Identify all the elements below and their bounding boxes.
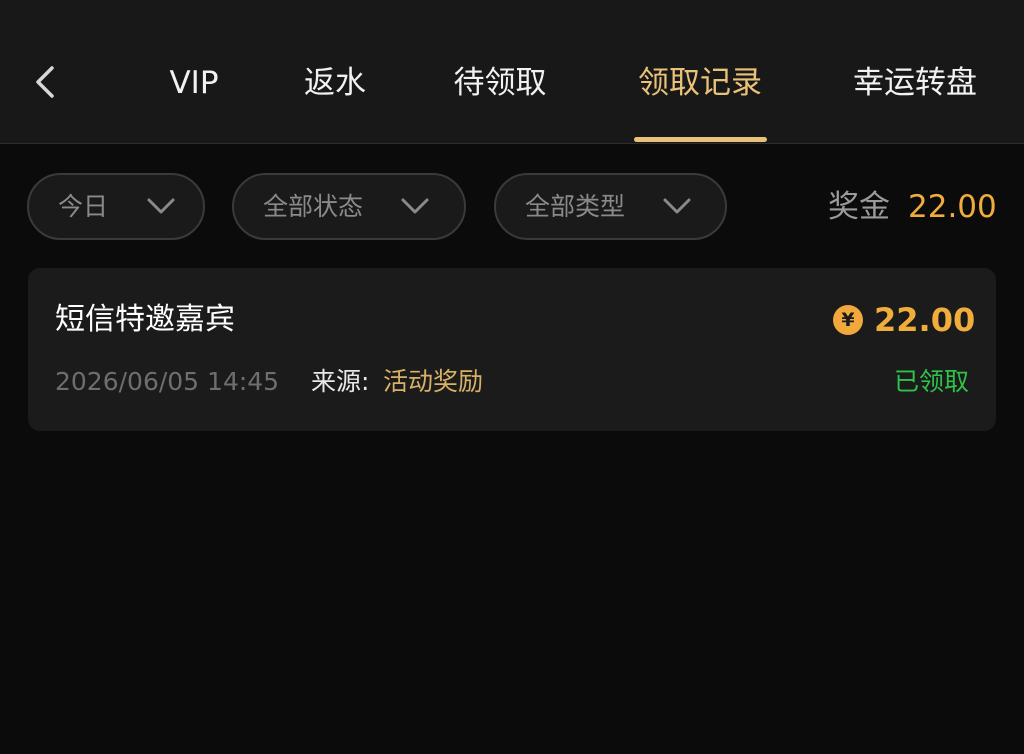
top-nav-bar: VIP 返水 待领取 领取记录 幸运转盘 (0, 0, 1024, 144)
type-filter-dropdown[interactable]: 全部类型 (494, 173, 727, 240)
record-status-badge: 已领取 (893, 367, 969, 396)
record-source-label: 来源: (311, 367, 370, 396)
tab-rebate[interactable]: 返水 (304, 58, 366, 108)
tab-lucky-wheel[interactable]: 幸运转盘 (853, 58, 977, 108)
tab-vip[interactable]: VIP (169, 58, 218, 108)
yuan-coin-icon: ¥ (833, 305, 863, 335)
record-source-value: 活动奖励 (383, 367, 484, 396)
record-datetime: 2026/06/05 14:45 (55, 367, 280, 396)
record-card[interactable]: 短信特邀嘉宾 ¥ 22.00 2026/06/05 14:45 来源: 活动奖励… (28, 268, 996, 431)
active-tab-indicator (634, 137, 767, 142)
chevron-down-icon (401, 198, 429, 214)
type-filter-label: 全部类型 (525, 192, 626, 221)
bonus-total-label: 奖金 (828, 189, 890, 225)
back-icon[interactable] (28, 62, 62, 102)
date-filter-label: 今日 (58, 192, 109, 221)
record-title: 短信特邀嘉宾 (55, 302, 235, 337)
record-amount: 22.00 (874, 301, 976, 339)
status-filter-dropdown[interactable]: 全部状态 (232, 173, 466, 240)
tab-pending[interactable]: 待领取 (454, 58, 547, 108)
chevron-down-icon (147, 198, 175, 214)
status-filter-label: 全部状态 (263, 192, 364, 221)
bonus-total-amount: 22.00 (908, 189, 997, 225)
date-filter-dropdown[interactable]: 今日 (27, 173, 205, 240)
tab-claim-records[interactable]: 领取记录 (638, 58, 762, 108)
chevron-down-icon (663, 198, 691, 214)
